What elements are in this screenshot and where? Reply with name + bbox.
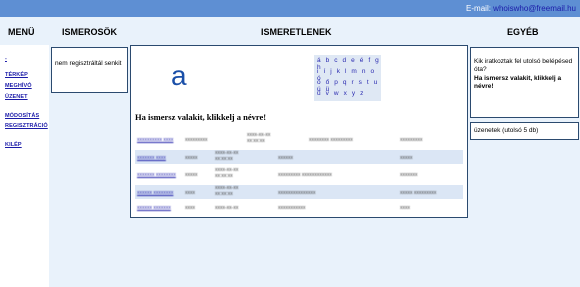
known-heading: ISMEROSÖK bbox=[62, 27, 118, 37]
row-cell: xxxxxxxxx xxxxxxxxxxxx bbox=[278, 172, 332, 178]
row-name-link[interactable]: xxxxxxxxxx xxxx bbox=[137, 137, 173, 143]
row-cell: xxxxx xxxxxxxxx bbox=[400, 190, 437, 196]
table-row: xxxxxxx xxxx xxxxx xxxx-xx-xx xx:xx:xx x… bbox=[135, 150, 463, 164]
row-cell: xxxxxxxxx bbox=[185, 137, 208, 143]
row-cell: xxxxxxx bbox=[400, 172, 418, 178]
row-cell: xxxxxxxxxxxxxxx bbox=[278, 190, 316, 196]
messages-label: üzenetek (utolsó 5 db) bbox=[474, 127, 539, 134]
recent-signups-text: Kik iratkoztak fel utolsó belépésed óta? bbox=[474, 58, 573, 73]
row-cell: xxxxx bbox=[185, 155, 198, 161]
row-name-link[interactable]: xxxxxx xxxxxxxx bbox=[137, 190, 173, 196]
email-info: E-mail: whoiswho@freemail.hu bbox=[466, 4, 576, 13]
alphabet-selector: á b c d e é f g h i í j k l m n o ó ö ő … bbox=[314, 55, 381, 101]
sidebar-item-dash[interactable]: - bbox=[5, 56, 7, 62]
email-link[interactable]: whoiswho@freemail.hu bbox=[493, 4, 576, 13]
unknown-click-prompt: Ha ismersz valakit, klikkelj a névre! bbox=[135, 112, 267, 122]
current-letter: a bbox=[171, 60, 187, 91]
sidebar-item-kilep[interactable]: KILÉP bbox=[5, 142, 22, 148]
recent-signups-box: Kik iratkoztak fel utolsó belépésed óta?… bbox=[470, 47, 579, 118]
row-cell: xxxxxx bbox=[278, 155, 293, 161]
table-row: xxxxxx xxxxxxx xxxx xxxx-xx-xx xxxxxxxxx… bbox=[135, 202, 463, 216]
known-empty-text: nem regisztráltál senkit bbox=[55, 60, 122, 67]
row-date: xxxx-xx-xx xx:xx:xx bbox=[215, 185, 239, 197]
row-date: xxxx-xx-xx xx:xx:xx bbox=[247, 132, 271, 144]
sidebar-item-uzenet[interactable]: ÜZENET bbox=[5, 94, 28, 100]
row-cell: xxxx bbox=[400, 205, 410, 211]
alphabet-row-4[interactable]: ű v w x y z bbox=[317, 90, 365, 97]
row-cell: xxxxxxxxx bbox=[400, 137, 423, 143]
row-date: xxxx-xx-xx xx:xx:xx bbox=[215, 150, 239, 162]
recent-signups-prompt: Ha ismersz valakit, klikkelj a névre! bbox=[474, 75, 562, 90]
table-row: xxxxxxx xxxxxxxx xxxxx xxxx-xx-xx xx:xx:… bbox=[135, 167, 463, 181]
known-box: nem regisztráltál senkit bbox=[51, 47, 128, 93]
messages-box: üzenetek (utolsó 5 db) bbox=[470, 122, 579, 140]
row-cell: xxxxxxxx xxxxxxxxx bbox=[309, 137, 353, 143]
row-cell: xxxxx bbox=[185, 172, 198, 178]
row-name-link[interactable]: xxxxxxx xxxxxxxx bbox=[137, 172, 176, 178]
row-cell: xxxxxxxxxxx bbox=[278, 205, 306, 211]
table-row: xxxxxx xxxxxxxx xxxx xxxx-xx-xx xx:xx:xx… bbox=[135, 185, 463, 199]
email-label: E-mail: bbox=[466, 4, 491, 13]
top-bar: E-mail: whoiswho@freemail.hu bbox=[0, 0, 580, 17]
sidebar-item-regisztracio[interactable]: REGISZTRÁCIÓ bbox=[5, 123, 48, 129]
sidebar-item-terkep[interactable]: TÉRKÉP bbox=[5, 72, 28, 78]
other-heading: EGYÉB bbox=[507, 27, 539, 37]
unknown-box: a á b c d e é f g h i í j k l m n o ó ö … bbox=[130, 45, 468, 218]
sidebar-item-meghivo[interactable]: MEGHÍVÓ bbox=[5, 83, 32, 89]
row-name-link[interactable]: xxxxxxx xxxx bbox=[137, 155, 166, 161]
sidebar-menu: - TÉRKÉP MEGHÍVÓ ÜZENET MÓDOSÍTÁS REGISZ… bbox=[0, 45, 49, 287]
unknown-heading: ISMERETLENEK bbox=[261, 27, 332, 37]
row-cell: xxxx bbox=[185, 205, 195, 211]
row-date: xxxx-xx-xx xx:xx:xx bbox=[215, 167, 239, 179]
sidebar-item-modositas[interactable]: MÓDOSÍTÁS bbox=[5, 113, 39, 119]
row-date: xxxx-xx-xx bbox=[215, 205, 239, 211]
menu-heading: MENÜ bbox=[8, 27, 35, 37]
row-cell: xxxxx bbox=[400, 155, 413, 161]
row-cell: xxxx bbox=[185, 190, 195, 196]
row-name-link[interactable]: xxxxxx xxxxxxx bbox=[137, 205, 171, 211]
table-row: xxxxxxxxxx xxxx xxxxxxxxx xxxx-xx-xx xx:… bbox=[135, 132, 463, 146]
